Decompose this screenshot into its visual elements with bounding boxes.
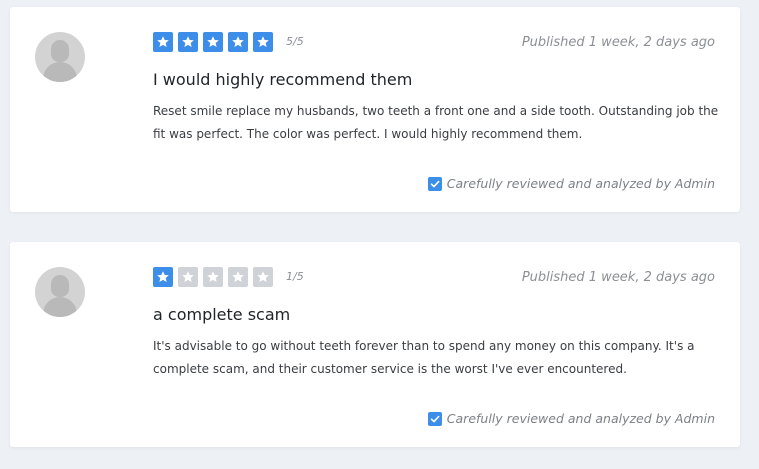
published-date: Published 1 week, 2 days ago	[521, 35, 715, 50]
star-icon	[153, 32, 173, 52]
star-icon	[228, 32, 248, 52]
star-icon	[253, 267, 273, 287]
verified-note: Carefully reviewed and analyzed by Admin	[427, 411, 715, 426]
star-icon	[178, 267, 198, 287]
verified-text: Carefully reviewed and analyzed by Admin	[446, 176, 715, 191]
verified-text: Carefully reviewed and analyzed by Admin	[446, 411, 715, 426]
checkbox-checked-icon	[427, 176, 442, 191]
user-avatar-icon	[35, 267, 85, 317]
user-avatar-icon	[35, 32, 85, 82]
review-card: 1/5 Published 1 week, 2 days ago a compl…	[10, 242, 740, 447]
star-icon	[178, 32, 198, 52]
review-title: a complete scam	[153, 305, 291, 324]
review-title: I would highly recommend them	[153, 70, 413, 89]
star-icon	[228, 267, 248, 287]
rating-score: 5/5	[286, 35, 304, 48]
star-rating	[153, 32, 273, 52]
star-rating	[153, 267, 273, 287]
review-card: 5/5 Published 1 week, 2 days ago I would…	[10, 7, 740, 212]
review-body: It's advisable to go without teeth forev…	[153, 339, 695, 376]
star-icon	[203, 267, 223, 287]
star-icon	[253, 32, 273, 52]
verified-note: Carefully reviewed and analyzed by Admin	[427, 176, 715, 191]
star-icon	[203, 32, 223, 52]
rating-score: 1/5	[286, 270, 304, 283]
review-body: Reset smile replace my husbands, two tee…	[153, 104, 719, 141]
published-date: Published 1 week, 2 days ago	[521, 270, 715, 285]
star-icon	[153, 267, 173, 287]
checkbox-checked-icon	[427, 411, 442, 426]
